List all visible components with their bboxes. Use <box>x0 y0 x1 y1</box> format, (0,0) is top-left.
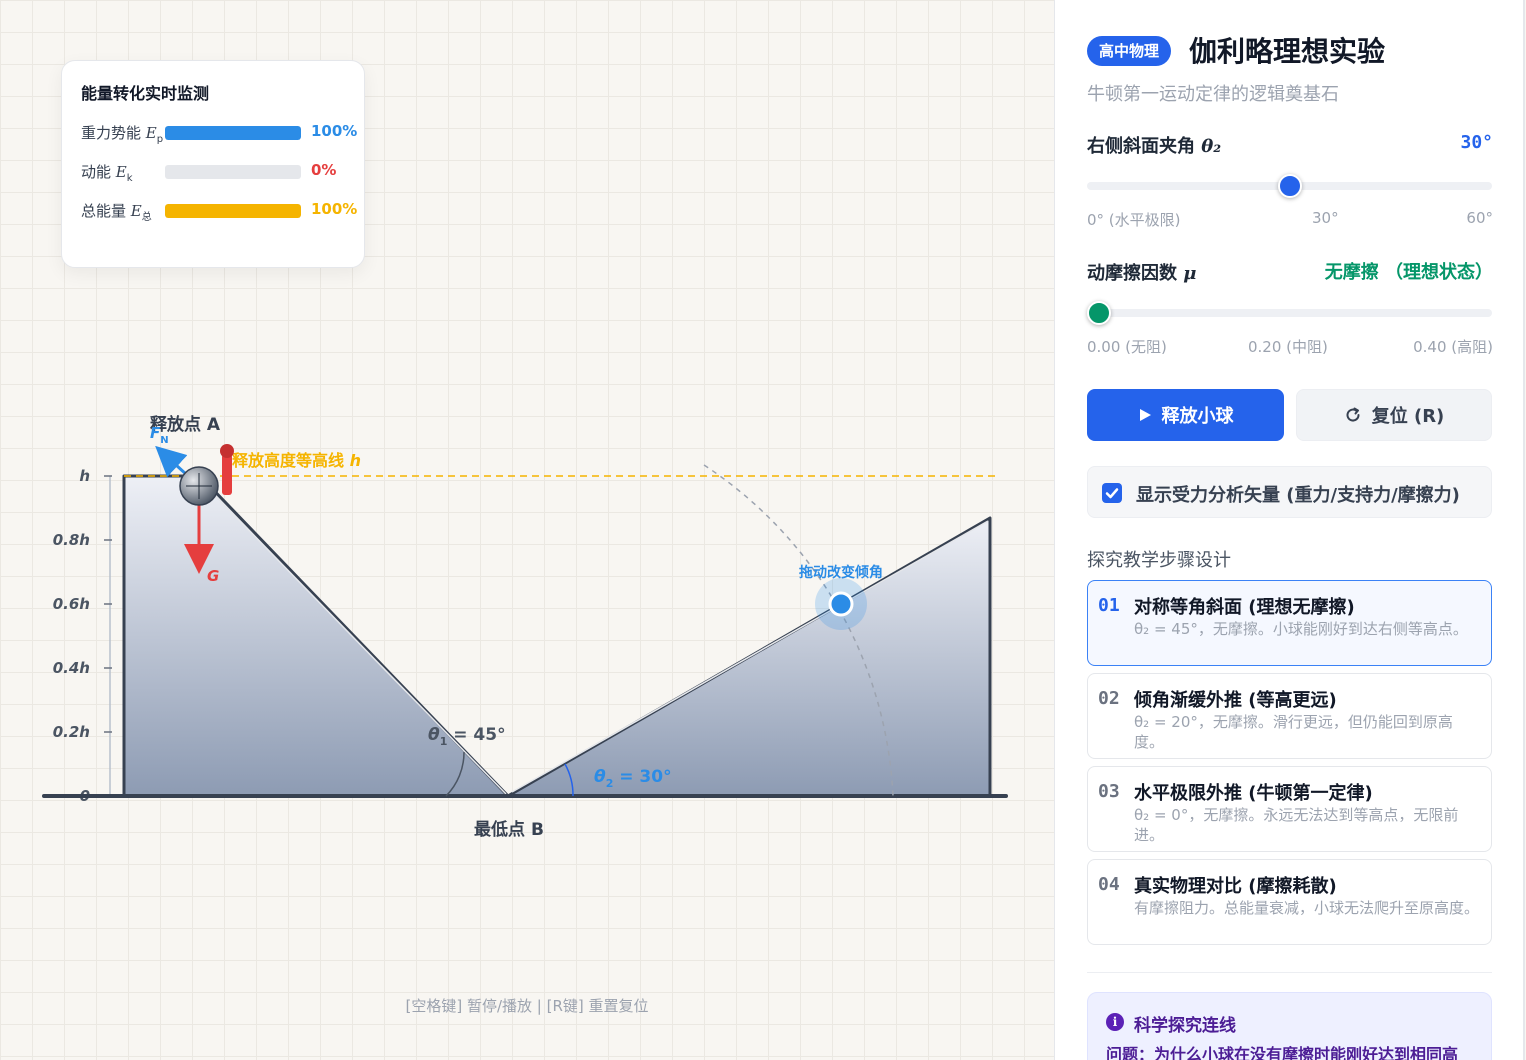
step-description: θ₂ = 45°，无摩擦。小球能刚好到达右侧等高点。 <box>1134 620 1468 638</box>
angle-tick: 30° <box>1312 209 1339 227</box>
theta2-label: θ2 = 30° <box>594 767 672 790</box>
control-panel: 高中物理 伽利略理想实验 牛顿第一运动定律的逻辑奠基石 右侧斜面夹角 θ₂ 30… <box>1054 0 1525 1060</box>
angle-value: 30° <box>1460 132 1493 153</box>
step-card-02[interactable]: 02 倾角渐缓外推 (等高更远) θ₂ = 20°，无摩擦。滑行更远，但仍能回到… <box>1087 673 1492 759</box>
step-card-04[interactable]: 04 真实物理对比 (摩擦耗散) 有摩擦阻力。总能量衰减，小球无法爬升至原高度。 <box>1087 859 1492 945</box>
step-title: 真实物理对比 (摩擦耗散) <box>1134 876 1337 897</box>
step-card-03[interactable]: 03 水平极限外推 (牛顿第一定律) θ₂ = 0°，无摩擦。永远无法达到等高点… <box>1087 766 1492 852</box>
panel-scrollbar[interactable] <box>1523 0 1525 1060</box>
science-title: 科学探究连线 <box>1134 1016 1236 1036</box>
energy-monitor-card: 能量转化实时监测 重力势能 Ep 100% 动能 Ek 0% 总能量 E总 10… <box>61 60 365 268</box>
show-forces-label: 显示受力分析矢量 (重力/支持力/摩擦力) <box>1136 485 1460 506</box>
angle-control-label: 右侧斜面夹角 θ₂ <box>1087 136 1222 157</box>
divider <box>1087 972 1492 973</box>
angle-slider-thumb[interactable] <box>1277 174 1302 198</box>
energy-row-kinetic: 动能 Ek 0% <box>81 161 361 184</box>
page-subtitle: 牛顿第一运动定律的逻辑奠基石 <box>1087 84 1339 105</box>
y-tick-label: h <box>79 467 90 485</box>
angle-slider[interactable] <box>1087 174 1492 198</box>
lowest-point-label: 最低点 B <box>474 819 544 840</box>
reset-label: 复位 (R) <box>1371 406 1445 427</box>
step-description: θ₂ = 0°，无摩擦。永远无法达到等高点，无限前进。 <box>1134 806 1459 844</box>
friction-tick: 0.20 (中阻) <box>1248 338 1328 356</box>
step-title: 对称等角斜面 (理想无摩擦) <box>1134 597 1355 618</box>
energy-bar-fill <box>165 126 301 140</box>
angle-tick: 0° (水平极限) <box>1087 211 1181 229</box>
energy-value: 100% <box>311 122 358 140</box>
show-forces-checkbox[interactable] <box>1102 483 1122 503</box>
step-number: 02 <box>1098 688 1120 709</box>
page-title: 伽利略理想实验 <box>1189 35 1386 68</box>
release-latch-knob[interactable] <box>220 444 234 458</box>
release-point-label: 释放点 A <box>150 414 221 435</box>
step-card-01[interactable]: 01 对称等角斜面 (理想无摩擦) θ₂ = 45°，无摩擦。小球能刚好到达右侧… <box>1087 580 1492 666</box>
simulation-stage: h 0.8h 0.6h 0.4h 0.2h 0 θ1 = 45° θ2 = 30… <box>0 0 1054 1060</box>
check-icon <box>1105 488 1119 499</box>
friction-slider-thumb[interactable] <box>1087 301 1111 325</box>
energy-bar-track <box>165 126 301 140</box>
y-tick-label: 0.4h <box>53 659 90 677</box>
play-icon <box>1139 409 1151 421</box>
energy-label: 动能 Ek <box>81 163 133 184</box>
step-number: 04 <box>1098 874 1120 895</box>
gravity-label: G <box>207 567 219 585</box>
info-icon: i <box>1106 1013 1124 1031</box>
release-ball-button[interactable]: 释放小球 <box>1087 389 1284 441</box>
step-number: 03 <box>1098 781 1120 802</box>
show-forces-toggle[interactable]: 显示受力分析矢量 (重力/支持力/摩擦力) <box>1087 466 1492 518</box>
energy-label: 总能量 E总 <box>81 202 152 223</box>
friction-slider[interactable] <box>1087 301 1492 325</box>
reset-button[interactable]: 复位 (R) <box>1296 389 1492 441</box>
reset-icon <box>1346 407 1360 422</box>
step-title: 倾角渐缓外推 (等高更远) <box>1134 690 1337 711</box>
step-description: θ₂ = 20°，无摩擦。滑行更远，但仍能回到原高度。 <box>1134 713 1453 751</box>
y-tick-label: 0.6h <box>53 595 90 613</box>
friction-value: 无摩擦 （理想状态） <box>1324 262 1493 283</box>
energy-label: 重力势能 Ep <box>81 124 164 145</box>
step-description: 有摩擦阻力。总能量衰减，小球无法爬升至原高度。 <box>1134 899 1480 917</box>
y-axis-ticks <box>104 475 112 797</box>
step-number: 01 <box>1098 595 1120 616</box>
science-connection-box: i 科学探究连线 问题：为什么小球在没有摩擦时能刚好达到相同高 <box>1087 992 1492 1060</box>
energy-bar-track <box>165 165 301 179</box>
steps-section-title: 探究教学步骤设计 <box>1087 550 1231 571</box>
theta1-label: θ1 = 45° <box>428 725 506 748</box>
energy-value: 0% <box>311 161 337 179</box>
release-ball-label: 释放小球 <box>1161 406 1234 427</box>
y-tick-label: 0.2h <box>53 723 90 741</box>
energy-monitor-title: 能量转化实时监测 <box>81 84 210 103</box>
friction-control-label: 动摩擦因数 μ <box>1087 263 1197 284</box>
energy-bar-track <box>165 204 301 218</box>
energy-bar-fill <box>165 204 301 218</box>
release-latch[interactable] <box>222 454 232 495</box>
friction-tick: 0.40 (高阻) <box>1413 338 1493 356</box>
keyboard-hint: [空格键] 暂停/播放 | [R键] 重置复位 <box>405 997 649 1015</box>
height-line-label: 释放高度等高线 h <box>232 451 361 470</box>
step-title: 水平极限外推 (牛顿第一定律) <box>1134 783 1373 804</box>
energy-value: 100% <box>311 200 358 218</box>
angle-tick: 60° <box>1466 209 1493 227</box>
y-tick-label: 0.8h <box>53 531 90 549</box>
science-question: 问题：为什么小球在没有摩擦时能刚好达到相同高 <box>1106 1045 1459 1060</box>
energy-row-total: 总能量 E总 100% <box>81 200 361 223</box>
friction-tick: 0.00 (无阻) <box>1087 338 1167 356</box>
level-badge: 高中物理 <box>1087 36 1172 66</box>
ball[interactable] <box>179 466 219 506</box>
left-slope <box>122 474 510 798</box>
angle-drag-handle[interactable] <box>828 591 854 617</box>
energy-row-potential: 重力势能 Ep 100% <box>81 122 361 145</box>
drag-hint-label: 拖动改变倾角 <box>799 564 883 581</box>
